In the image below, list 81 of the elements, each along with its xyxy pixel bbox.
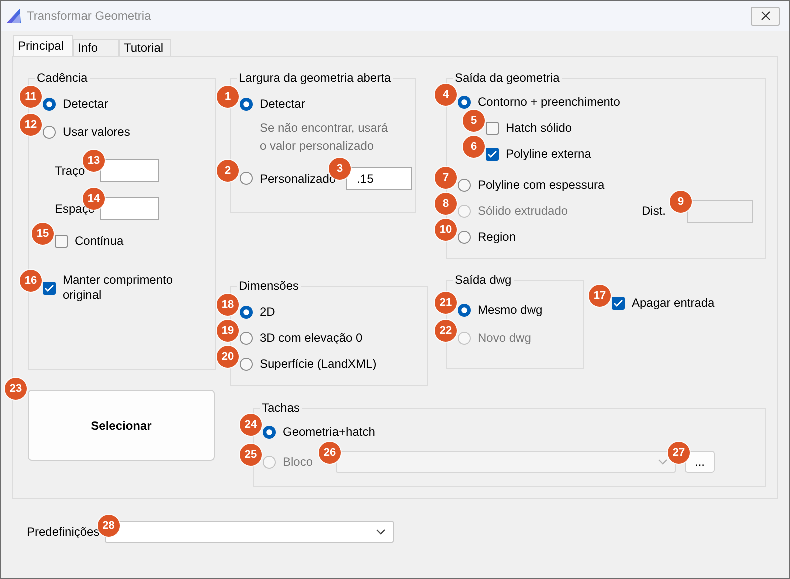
option-label[interactable]: Hatch sólido	[506, 121, 572, 135]
select-button[interactable]: Selecionar	[28, 390, 215, 461]
number-badge: 22	[435, 320, 457, 342]
number-badge: 8	[435, 192, 457, 214]
radio-button[interactable]	[458, 96, 471, 108]
tab[interactable]: Info	[73, 39, 119, 56]
option-label[interactable]: Usar valores	[63, 125, 130, 139]
text-field[interactable]: .15	[346, 167, 412, 190]
option-label[interactable]: Geometria+hatch	[283, 425, 376, 439]
text-field[interactable]	[100, 159, 159, 182]
number-badge: 16	[20, 270, 42, 292]
number-badge: 2	[217, 160, 239, 182]
number-badge: 10	[435, 218, 457, 240]
option-label[interactable]: Apagar entrada	[632, 296, 715, 310]
number-badge: 9	[670, 190, 692, 212]
radio-button[interactable]	[458, 230, 471, 244]
number-badge: 11	[20, 86, 42, 108]
chevron-icon	[658, 459, 668, 465]
checkbox[interactable]	[486, 148, 499, 160]
window-title: Transformar Geometria	[27, 9, 152, 23]
group-title: Dimensões	[238, 279, 300, 293]
number-badge: 1	[217, 86, 239, 108]
number-badge: 27	[668, 442, 690, 464]
number-badge: 23	[5, 378, 27, 400]
number-badge: 21	[435, 292, 457, 314]
number-badge: 5	[463, 110, 485, 132]
option-label[interactable]: Mesmo dwg	[478, 303, 543, 317]
text-field[interactable]	[100, 197, 159, 220]
number-badge: 25	[240, 444, 262, 466]
option-label[interactable]: Superfície (LandXML)	[260, 357, 377, 371]
number-badge: 6	[463, 136, 485, 158]
option-label[interactable]: 3D com elevação 0	[260, 331, 363, 345]
number-badge: 12	[20, 114, 42, 136]
group-title: Saída dwg	[454, 273, 513, 287]
option-label[interactable]: Detectar	[260, 97, 306, 111]
number-badge: 26	[319, 442, 342, 464]
checkbox[interactable]	[55, 234, 68, 248]
option-label[interactable]: Manter comprimento original	[63, 273, 193, 303]
radio-button[interactable]	[263, 426, 276, 438]
radio-button[interactable]	[240, 98, 253, 110]
option-label[interactable]: Region	[478, 230, 516, 244]
radio-button[interactable]	[458, 178, 471, 192]
field-label: Predefinições	[27, 525, 100, 539]
option-label[interactable]: 2D	[260, 305, 276, 319]
number-badge: 15	[32, 222, 54, 244]
number-badge: 19	[217, 320, 239, 342]
field-label: Dist.	[642, 204, 666, 218]
radio-button[interactable]	[43, 126, 56, 138]
close-button[interactable]	[751, 6, 780, 26]
group-title: Largura da geometria aberta	[238, 71, 392, 85]
chevron-icon	[376, 529, 386, 535]
radio-button[interactable]	[43, 98, 56, 110]
checkbox[interactable]	[612, 296, 625, 310]
checkbox[interactable]	[486, 122, 499, 134]
option-label[interactable]: Contínua	[75, 234, 124, 248]
tab[interactable]: Principal	[13, 35, 73, 56]
number-badge: 17	[589, 284, 611, 306]
option-label[interactable]: Personalizado	[260, 172, 336, 186]
radio-button[interactable]	[240, 332, 253, 344]
option-label[interactable]: Detectar	[63, 97, 108, 111]
number-badge: 4	[435, 84, 457, 106]
option-label[interactable]: Polyline com espessura	[478, 178, 605, 192]
radio-button[interactable]	[240, 358, 253, 370]
group-title: Saída da geometria	[454, 71, 561, 85]
radio-button[interactable]	[240, 306, 253, 318]
number-badge: 20	[217, 346, 239, 368]
number-badge: 24	[240, 414, 262, 436]
checkbox[interactable]	[43, 282, 56, 294]
group-title: Tachas	[261, 401, 302, 415]
close-icon	[760, 11, 770, 21]
number-badge: 18	[217, 294, 239, 316]
hint-text: Se não encontrar, usará o valor personalizado	[259, 120, 390, 155]
radio-button[interactable]	[458, 304, 471, 316]
option-label[interactable]: Contorno + preenchimento	[478, 95, 620, 109]
group-title: Cadência	[36, 71, 89, 85]
option-label[interactable]: Polyline externa	[506, 147, 592, 161]
dropdown[interactable]	[104, 521, 394, 543]
tab[interactable]: Tutorial	[119, 39, 171, 56]
number-badge: 7	[435, 166, 457, 188]
app-logo-icon	[6, 8, 22, 24]
radio-button[interactable]	[240, 172, 253, 185]
